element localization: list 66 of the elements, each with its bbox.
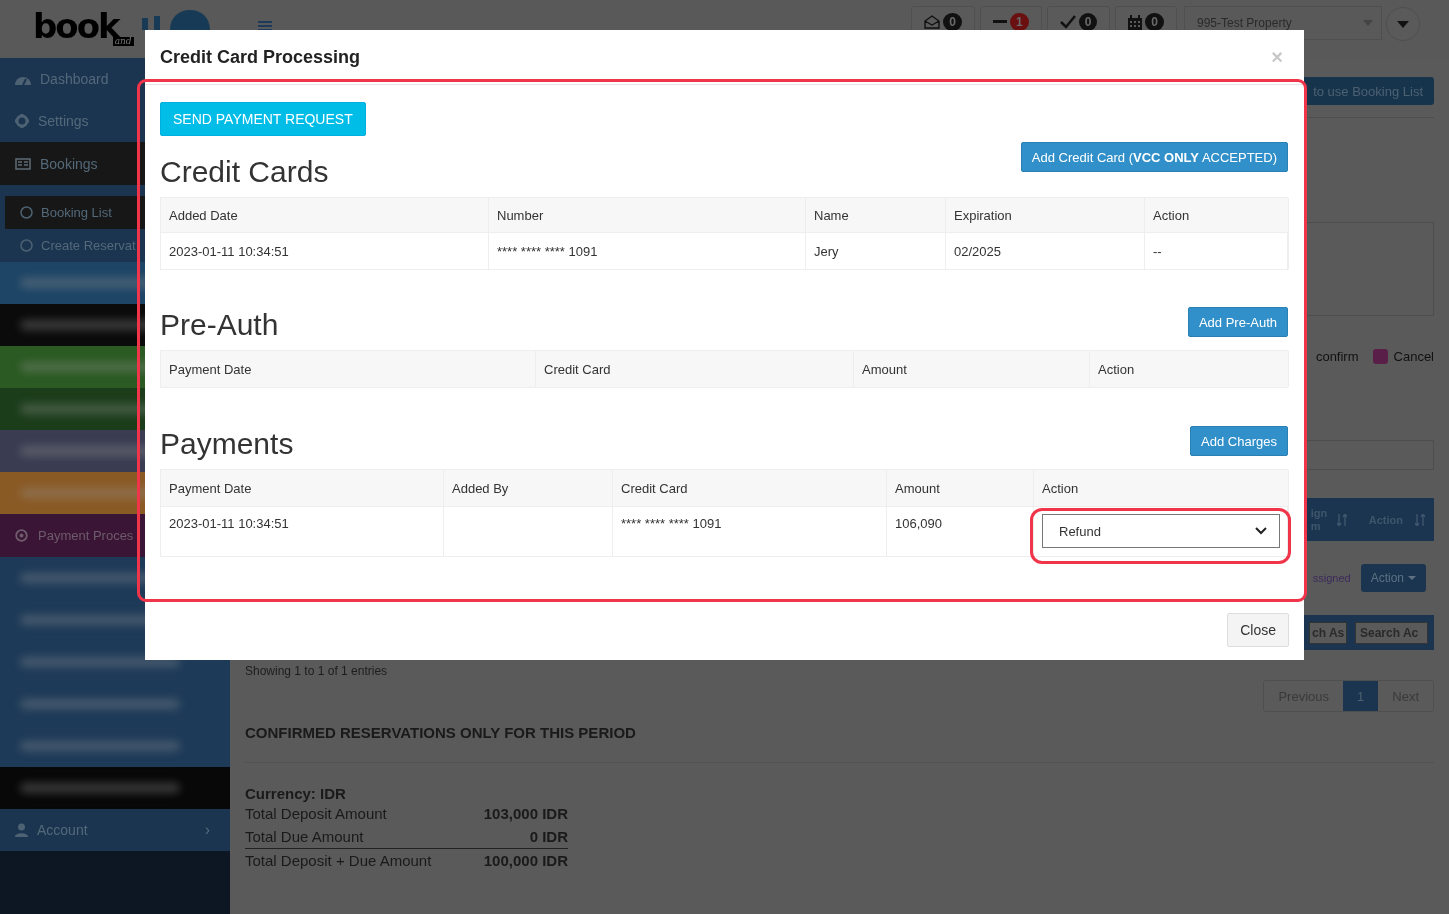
column-header: Number: [489, 198, 806, 232]
total-value: 100,000 IDR: [483, 852, 568, 869]
count-badge: 0: [1145, 13, 1164, 31]
action-button[interactable]: Action: [1360, 564, 1426, 592]
chevron-icon: [1255, 527, 1267, 535]
caret-icon: [1397, 20, 1409, 28]
settings-icon: [15, 114, 29, 128]
column-header: Action: [1090, 351, 1289, 387]
table-cell: 2023-01-11 10:34:51: [161, 232, 489, 269]
total-value: 103,000 IDR: [483, 805, 568, 822]
circle-icon: [20, 239, 33, 252]
column-header: Action: [1145, 198, 1289, 232]
total-value: 0 IDR: [529, 828, 568, 845]
table-cell: 2023-01-11 10:34:51: [161, 506, 444, 556]
add-card-button[interactable]: Add Credit Card (VCC ONLY ACCEPTED): [1020, 142, 1288, 172]
add-charges-button[interactable]: Add Charges: [1190, 426, 1288, 456]
column-header: Credit Card: [536, 351, 854, 387]
add-pre-auth-button[interactable]: Add Pre-Auth: [1187, 307, 1288, 337]
cloud-icon: [139, 8, 212, 30]
table-cell: 106,090: [887, 506, 1034, 556]
column-header: Payment Date: [161, 470, 444, 506]
chevron-icon: ›: [204, 821, 210, 839]
close-button[interactable]: Close: [1227, 613, 1289, 647]
section-title: CONFIRMED RESERVATIONS ONLY FOR THIS PERIOD: [245, 724, 637, 741]
logo-tagline: and: [112, 37, 134, 46]
table-cell: **** **** **** 1091: [613, 506, 887, 556]
column-header: Added By: [444, 470, 613, 506]
count-badge: 0: [943, 13, 962, 31]
check-icon: [1059, 15, 1076, 29]
target-icon: [15, 529, 28, 542]
currency-label: Currency: IDR: [245, 785, 347, 802]
section-heading: Pre-Auth: [160, 307, 279, 343]
legend-label: Cancel: [1393, 349, 1434, 364]
table-cell: **** **** **** 1091: [489, 232, 806, 269]
calendar-icon: [1128, 14, 1143, 30]
column-header: Expiration: [946, 198, 1145, 232]
action-select[interactable]: Refund: [1042, 514, 1280, 548]
count-badge: 0: [1078, 13, 1098, 31]
legend-label: confirm: [1315, 349, 1359, 364]
user-icon: [15, 823, 28, 837]
send-payment-button[interactable]: SEND PAYMENT REQUEST: [160, 102, 366, 136]
close-button[interactable]: ×: [1265, 45, 1289, 69]
menu-icon[interactable]: [258, 20, 272, 32]
column-header: Action: [1034, 470, 1289, 506]
sidebar-item[interactable]: Account ›: [0, 809, 230, 851]
count-badge: 1: [1009, 13, 1029, 31]
column-header: Credit Card: [613, 470, 887, 506]
modal-title: Credit Card Processing: [160, 46, 361, 68]
circle-icon: [20, 206, 33, 219]
dropdown-button[interactable]: [1386, 7, 1420, 41]
table-cell: Jery: [806, 232, 946, 269]
column-header: Amount: [854, 351, 1090, 387]
caret-icon: [1408, 576, 1416, 580]
table-cell: --: [1145, 232, 1289, 269]
column-header: Payment Date: [161, 351, 536, 387]
column-header: Added Date: [161, 198, 489, 232]
column-header: Name: [806, 198, 946, 232]
total-label: Total Deposit Amount: [245, 805, 387, 822]
total-label: Total Deposit + Due Amount: [245, 852, 432, 869]
column-header: Amount: [887, 470, 1034, 506]
section-heading: Payments: [160, 426, 294, 462]
envelope-icon: [924, 14, 941, 30]
table-cell: 02/2025: [946, 232, 1145, 269]
id-card-icon: [15, 157, 31, 170]
total-label: Total Due Amount: [245, 828, 364, 845]
minus-icon: [992, 20, 1007, 24]
